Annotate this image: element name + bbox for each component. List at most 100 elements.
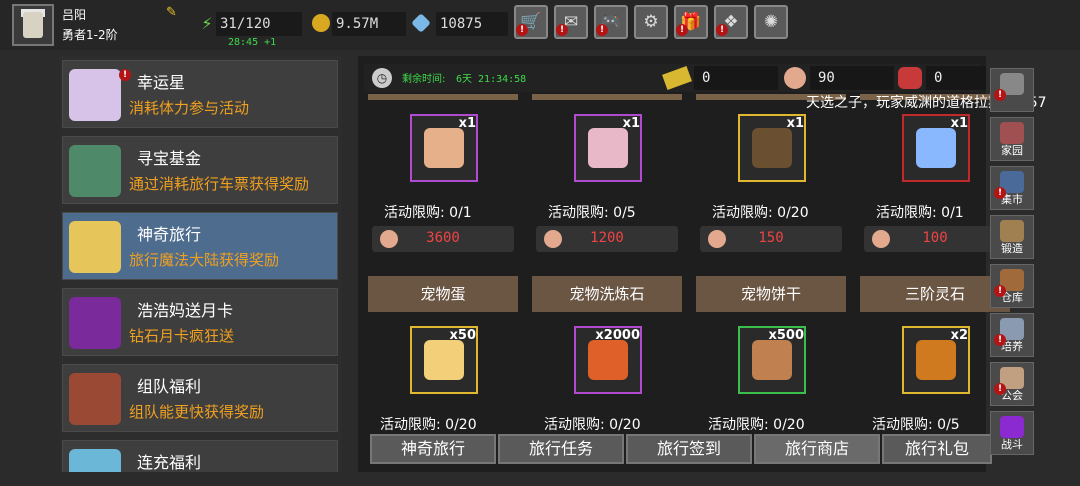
purchase-limit: 活动限购: 0/1 [384, 205, 472, 221]
item-icon [424, 128, 464, 168]
activity-item[interactable]: 幸运星消耗体力参与活动! [62, 60, 338, 128]
item-quantity: x50 [449, 328, 476, 343]
activity-item[interactable]: 连充福利 [62, 440, 338, 472]
side-menu-button[interactable]: 仓库! [990, 264, 1034, 308]
alert-badge: ! [994, 89, 1006, 101]
side-menu-button[interactable]: 公会! [990, 362, 1034, 406]
tab-3[interactable]: 旅行签到 [626, 434, 752, 464]
activity-item[interactable]: 组队福利组队能更快获得奖励 [62, 364, 338, 432]
activity-title: 幸运星 [137, 73, 186, 92]
side-menu-button[interactable]: 家园 [990, 117, 1034, 161]
tab-4[interactable]: 旅行商店 [754, 434, 880, 464]
side-menu-button[interactable]: 战斗 [990, 411, 1034, 455]
item-title: 宠物饼干 [696, 276, 846, 312]
item-icon [752, 340, 792, 380]
firework-button[interactable]: ✺ [754, 5, 788, 39]
buy-price-button[interactable]: 1200 [536, 226, 678, 252]
item-quantity: x1 [786, 116, 804, 131]
item-quantity: x2 [950, 328, 968, 343]
side-menu-button[interactable]: ! [990, 68, 1034, 112]
item-icon [588, 340, 628, 380]
tab-5[interactable]: 旅行礼包 [882, 434, 992, 464]
gold-value: 9.57M [332, 12, 406, 36]
category-strip [532, 94, 682, 100]
item-quantity: x1 [458, 116, 476, 131]
item-title: 宠物洗炼石 [532, 276, 682, 312]
side-menu-label: 战斗 [1001, 438, 1023, 451]
player-rank: 勇者1-2阶 [62, 28, 118, 42]
purchase-limit: 活动限购: 0/20 [712, 205, 809, 221]
side-menu-button[interactable]: 培养! [990, 313, 1034, 357]
firework-icon: ✺ [763, 12, 779, 32]
activity-icon [69, 373, 121, 425]
stamina-icon: ⚡ [201, 14, 213, 33]
alert-badge: ! [119, 69, 131, 81]
activity-desc: 组队能更快获得奖励 [129, 403, 265, 421]
buy-price-button[interactable]: 100 [864, 226, 1006, 252]
side-menu-button[interactable]: 锻造 [990, 215, 1034, 259]
tab-2[interactable]: 旅行任务 [498, 434, 624, 464]
purchase-limit: 活动限购: 0/5 [548, 205, 636, 221]
alert-badge: ! [596, 24, 608, 36]
activity-title: 神奇旅行 [137, 225, 202, 244]
side-menu-label: 家园 [1001, 144, 1023, 157]
buy-price-button[interactable]: 3600 [372, 226, 514, 252]
side-menu-button[interactable]: 集市! [990, 166, 1034, 210]
gold-coin-icon [312, 14, 330, 32]
item-title: 三阶灵石 [860, 276, 1010, 312]
alert-badge: ! [556, 24, 568, 36]
activity-list[interactable]: 幸运星消耗体力参与活动! 寻宝基金 通过消耗旅行车票获得奖励神奇旅行旅行魔法大陆获得… [60, 56, 342, 472]
price-value: 3600 [426, 230, 460, 246]
purchase-limit: 活动限购: 0/5 [872, 417, 960, 433]
purchase-limit: 活动限购: 0/20 [380, 417, 477, 433]
activity-icon [69, 69, 121, 121]
activity-icon [69, 221, 121, 273]
activity-item[interactable]: 神奇旅行旅行魔法大陆获得奖励 [62, 212, 338, 280]
stamina-value: 31/120 [216, 12, 302, 36]
ticket-count: 0 [694, 66, 778, 90]
lucky-bag-icon [898, 67, 922, 89]
side-menu-icon [1000, 416, 1024, 438]
alert-badge: ! [994, 285, 1006, 297]
item-title: 宠物蛋 [368, 276, 518, 312]
item-icon [916, 128, 956, 168]
activity-title: 组队福利 [137, 377, 202, 396]
category-strip [368, 94, 518, 100]
item-quantity: x1 [622, 116, 640, 131]
item-icon [752, 128, 792, 168]
price-value: 100 [922, 230, 948, 246]
side-menu-label: 锻造 [1001, 242, 1023, 255]
tab-1[interactable]: 神奇旅行 [370, 434, 496, 464]
player-avatar[interactable] [12, 4, 54, 46]
alert-badge: ! [994, 187, 1006, 199]
remaining-time-value: 6天 21:34:58 [456, 74, 527, 85]
settings-icon: ⚙ [643, 12, 659, 32]
activity-icon [69, 145, 121, 197]
purchase-limit: 活动限购: 0/20 [544, 417, 641, 433]
activity-title: 连充福利 [137, 453, 202, 472]
player-name: 吕阳 [62, 8, 87, 22]
settings-button[interactable]: ⚙ [634, 5, 668, 39]
buy-price-button[interactable]: 150 [700, 226, 842, 252]
alert-badge: ! [994, 383, 1006, 395]
activity-icon [69, 449, 121, 472]
activity-desc: 消耗体力参与活动 [129, 99, 250, 117]
side-menu-icon [1000, 220, 1024, 242]
item-quantity: x1 [950, 116, 968, 131]
side-menu-icon [1000, 122, 1024, 144]
purchase-limit: 活动限购: 0/1 [876, 205, 964, 221]
item-icon [424, 340, 464, 380]
clock-icon: ◷ [372, 68, 392, 88]
stamina-timer: 28:45 +1 [228, 37, 277, 48]
edit-name-icon[interactable]: ✎ [166, 6, 180, 20]
item-icon [588, 128, 628, 168]
alert-badge: ! [676, 24, 688, 36]
activity-item[interactable]: 浩浩妈送月卡 钻石月卡疯狂送 [62, 288, 338, 356]
pouch-count: 90 [810, 66, 894, 90]
activity-desc: 旅行魔法大陆获得奖励 [129, 251, 280, 269]
gem-value: 10875 [436, 12, 508, 36]
price-value: 150 [758, 230, 784, 246]
item-quantity: x500 [768, 328, 804, 343]
activity-item[interactable]: 寻宝基金 通过消耗旅行车票获得奖励 [62, 136, 338, 204]
activity-icon [69, 297, 121, 349]
